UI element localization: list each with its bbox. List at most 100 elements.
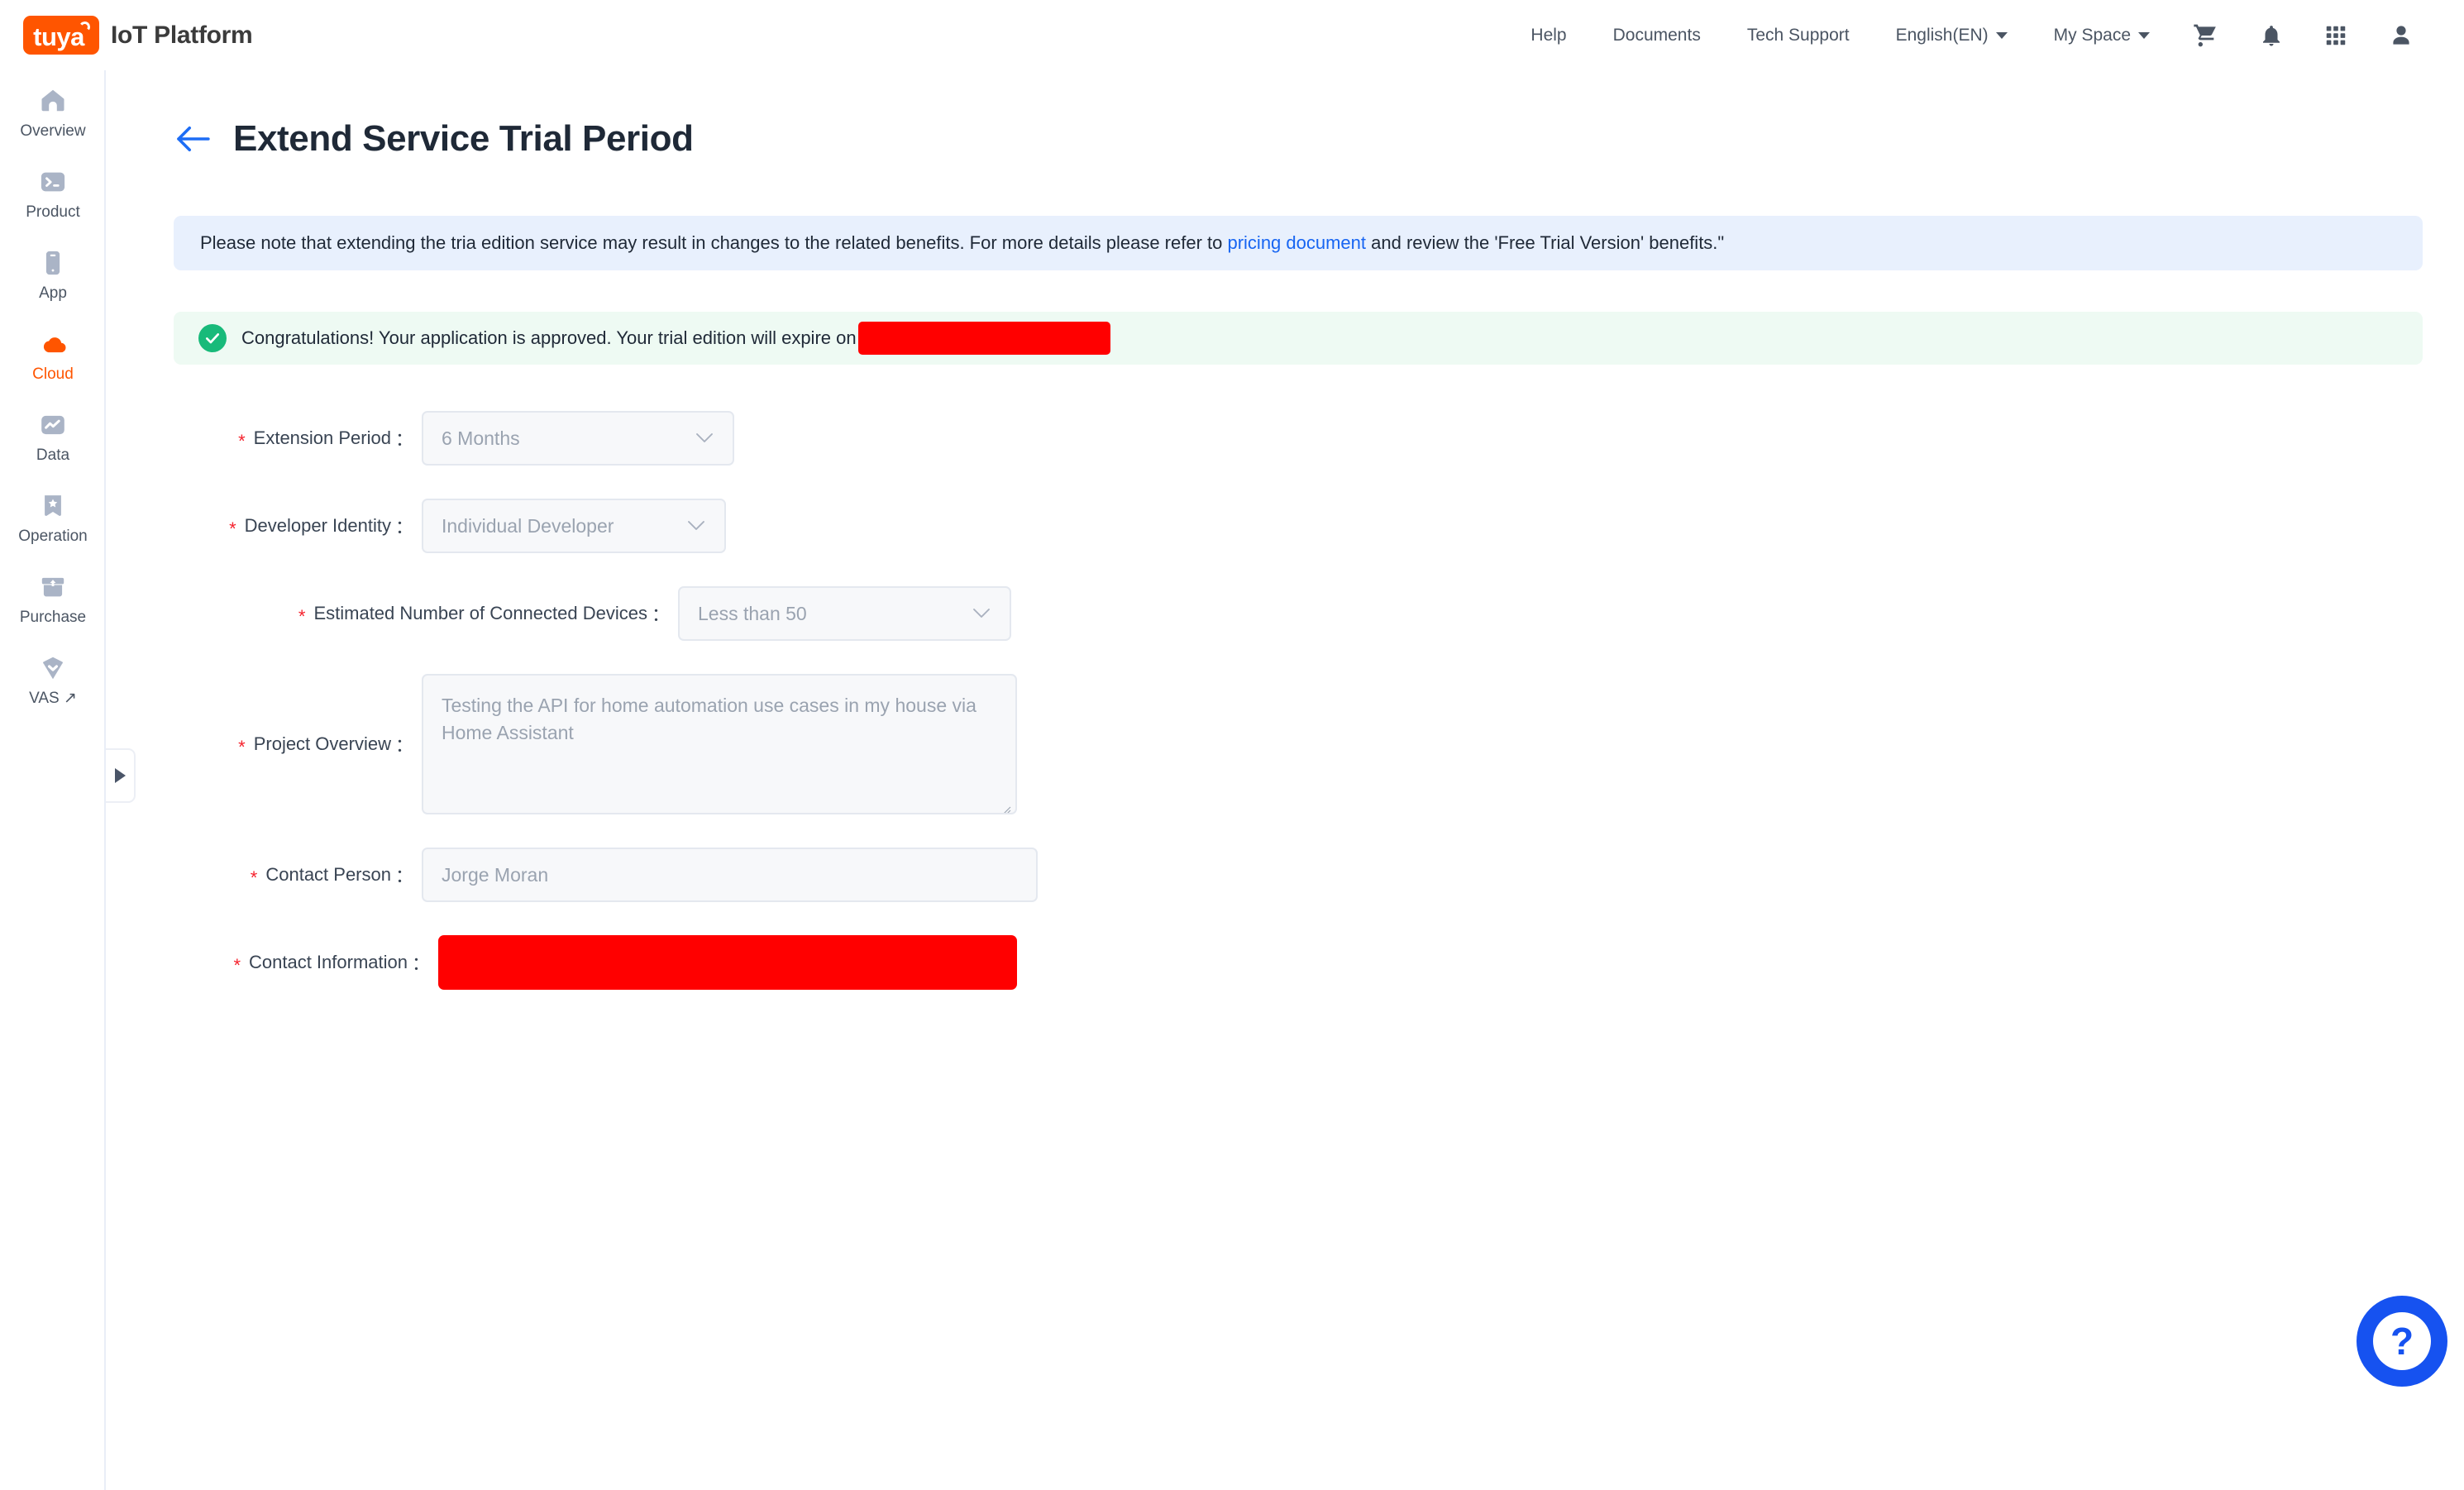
label-contact-information: * Contact Information ：: [174, 935, 438, 990]
project-overview-textarea[interactable]: Testing the API for home automation use …: [422, 674, 1017, 814]
cart-icon[interactable]: [2173, 22, 2239, 49]
required-marker: *: [238, 431, 246, 451]
sidebar-item-operation[interactable]: Operation: [0, 475, 106, 556]
box-icon: [36, 571, 69, 604]
sidebar-item-purchase[interactable]: Purchase: [0, 556, 106, 638]
topnav-documents[interactable]: Documents: [1590, 26, 1724, 45]
label-text-developer-identity: Developer Identity: [244, 515, 391, 536]
bookmark-star-icon: [36, 490, 69, 523]
page-title: Extend Service Trial Period: [233, 118, 694, 159]
estimated-devices-select[interactable]: Less than 50: [678, 586, 1011, 641]
label-colon: ：: [394, 866, 413, 886]
expand-sidebar-toggle[interactable]: [106, 748, 136, 803]
topnav-language-label: English(EN): [1895, 25, 1989, 45]
apps-grid-icon[interactable]: [2304, 23, 2368, 48]
label-extension-period: * Extension Period ：: [174, 411, 422, 466]
sidebar-item-overview[interactable]: Overview: [0, 70, 106, 151]
sidebar-item-product[interactable]: Product: [0, 151, 106, 232]
pricing-document-link[interactable]: pricing document: [1227, 232, 1366, 253]
sidebar-label-overview: Overview: [20, 122, 86, 140]
success-banner: Congratulations! Your application is app…: [174, 312, 2423, 365]
resize-handle-icon[interactable]: [998, 796, 1011, 813]
contact-person-value: Jorge Moran: [442, 863, 549, 886]
triangle-right-icon: [114, 768, 126, 783]
topnav-tech-support[interactable]: Tech Support: [1724, 26, 1873, 45]
extend-trial-form: * Extension Period ： 6 Months * Develope…: [107, 411, 2464, 990]
form-row-contact-person: * Contact Person ： Jorge Moran: [174, 848, 2464, 902]
info-banner-text-before: Please note that extending the tria edit…: [200, 232, 1228, 253]
sidebar-label-data: Data: [36, 447, 70, 464]
mobile-phone-icon: [36, 246, 69, 279]
label-colon: ：: [651, 604, 670, 625]
extension-period-select[interactable]: 6 Months: [422, 411, 734, 466]
topnav-my-space-label: My Space: [2053, 25, 2131, 45]
chart-line-icon: [36, 408, 69, 442]
chevron-down-icon: [2138, 31, 2150, 39]
label-text-extension-period: Extension Period: [253, 427, 391, 448]
form-row-project-overview: * Project Overview ： Testing the API for…: [174, 674, 2464, 814]
chevron-down-icon: [972, 607, 991, 620]
label-text-contact-person: Contact Person: [265, 864, 391, 885]
chevron-down-icon: [695, 432, 714, 445]
label-colon: ：: [394, 735, 413, 756]
label-colon: ：: [394, 429, 413, 450]
label-colon: ：: [411, 953, 430, 974]
sidebar-label-purchase: Purchase: [19, 609, 87, 626]
cloud-icon: [36, 327, 69, 361]
info-banner-text: Please note that extending the tria edit…: [200, 234, 1724, 252]
form-row-developer-identity: * Developer Identity ： Individual Develo…: [174, 499, 2464, 553]
platform-name: IoT Platform: [111, 21, 253, 49]
sidebar-item-data[interactable]: Data: [0, 394, 106, 475]
sidebar-item-app[interactable]: App: [0, 232, 106, 313]
top-header-bar: tuya IoT Platform Help Documents Tech Su…: [0, 0, 2464, 70]
info-banner-text-after: and review the 'Free Trial Version' bene…: [1366, 232, 1725, 253]
required-marker: *: [238, 737, 246, 757]
sidebar-label-cloud: Cloud: [32, 365, 74, 383]
check-circle-icon: [198, 324, 227, 352]
sidebar-label-app: App: [39, 284, 67, 302]
topnav-language-selector[interactable]: English(EN): [1873, 26, 2031, 45]
info-banner: Please note that extending the tria edit…: [174, 216, 2423, 270]
extension-period-value: 6 Months: [442, 427, 520, 449]
success-banner-message: Congratulations! Your application is app…: [241, 327, 857, 348]
label-estimated-devices: * Estimated Number of Connected Devices …: [174, 586, 678, 641]
topnav-help[interactable]: Help: [1507, 26, 1589, 45]
label-contact-person: * Contact Person ：: [174, 848, 422, 902]
required-marker: *: [250, 867, 258, 888]
estimated-devices-value: Less than 50: [698, 602, 807, 624]
contact-information-input-redacted[interactable]: [438, 935, 1017, 990]
chevron-down-icon: [1995, 31, 2008, 39]
topnav-my-space[interactable]: My Space: [2031, 26, 2173, 45]
brand-logo-link[interactable]: tuya IoT Platform: [23, 16, 253, 55]
sidebar-label-vas: VAS ↗: [29, 690, 77, 707]
sidebar-item-cloud[interactable]: Cloud: [0, 313, 106, 394]
form-row-estimated-devices: * Estimated Number of Connected Devices …: [174, 586, 2464, 641]
required-marker: *: [298, 606, 306, 627]
label-developer-identity: * Developer Identity ：: [174, 499, 422, 553]
developer-identity-select[interactable]: Individual Developer: [422, 499, 726, 553]
left-sidebar: Overview Product App Cloud Data Operatio…: [0, 70, 106, 1490]
sidebar-label-product: Product: [26, 203, 80, 221]
bell-icon[interactable]: [2239, 23, 2304, 48]
tuya-logo-icon: tuya: [23, 16, 99, 55]
user-avatar-icon[interactable]: [2368, 22, 2434, 49]
contact-person-input[interactable]: Jorge Moran: [422, 848, 1038, 902]
main-content: Extend Service Trial Period Please note …: [107, 70, 2464, 1490]
label-text-contact-information: Contact Information: [249, 952, 408, 972]
back-arrow-icon[interactable]: [174, 125, 212, 153]
label-text-estimated-devices: Estimated Number of Connected Devices: [313, 603, 647, 623]
label-project-overview: * Project Overview ：: [174, 674, 422, 814]
form-row-contact-information: * Contact Information ：: [174, 935, 2464, 990]
sidebar-label-operation: Operation: [18, 528, 88, 545]
home-icon: [36, 84, 69, 117]
redacted-expiry-date: [857, 322, 1110, 355]
help-float-button[interactable]: ?: [2357, 1296, 2447, 1387]
success-banner-text: Congratulations! Your application is app…: [241, 322, 1110, 355]
required-marker: *: [229, 518, 236, 539]
label-colon: ：: [394, 517, 413, 537]
question-mark-icon: ?: [2373, 1312, 2431, 1370]
required-marker: *: [233, 955, 241, 976]
sidebar-item-vas[interactable]: VAS ↗: [0, 638, 106, 719]
label-text-project-overview: Project Overview: [253, 733, 391, 754]
form-row-extension-period: * Extension Period ： 6 Months: [174, 411, 2464, 466]
